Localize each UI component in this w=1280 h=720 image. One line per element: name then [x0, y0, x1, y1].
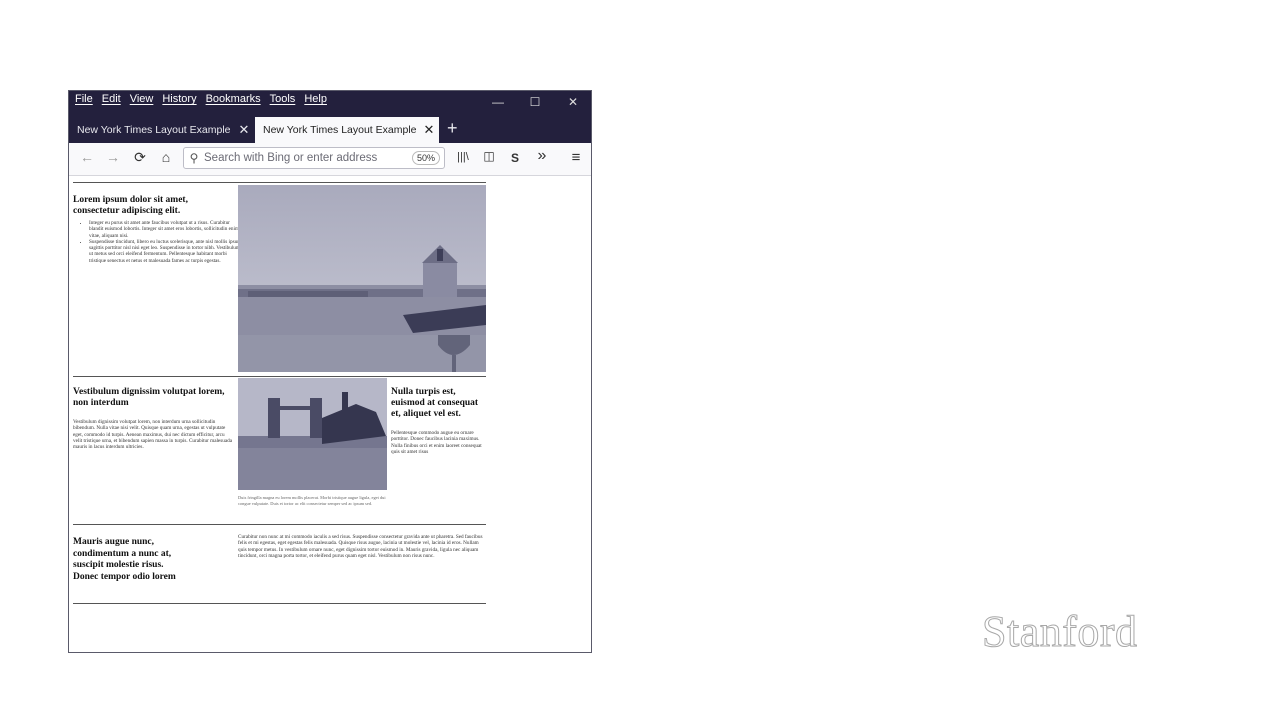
- home-icon[interactable]: ⌂: [156, 149, 176, 165]
- title-bar: File Edit View History Bookmarks Tools H…: [69, 91, 591, 143]
- list-item: Integer eu purus sit amet ante faucibus …: [89, 220, 245, 239]
- menu-tools[interactable]: Tools: [270, 93, 296, 105]
- new-tab-button[interactable]: +: [447, 118, 458, 139]
- forward-icon[interactable]: →: [103, 149, 123, 165]
- section-2-body: Vestibulum dignissim volutpat lorem, non…: [73, 419, 233, 451]
- section-divider: [73, 376, 486, 377]
- menu-edit[interactable]: Edit: [102, 93, 121, 105]
- address-bar[interactable]: ⚲ Search with Bing or enter address 50%: [183, 147, 445, 169]
- close-window-button[interactable]: ✕: [563, 95, 583, 109]
- browser-window: File Edit View History Bookmarks Tools H…: [68, 90, 592, 653]
- tab-1[interactable]: New York Times Layout Example ✕: [69, 117, 254, 143]
- tab-close-icon[interactable]: ✕: [234, 122, 254, 138]
- address-placeholder: Search with Bing or enter address: [204, 152, 378, 164]
- tab-strip: New York Times Layout Example ✕ New York…: [69, 117, 591, 143]
- section-divider: [73, 182, 486, 183]
- section-1-list: Integer eu purus sit amet ante faucibus …: [73, 220, 245, 264]
- section-divider: [73, 603, 486, 604]
- tower-bridge-photo: [238, 378, 387, 490]
- menu-help[interactable]: Help: [304, 93, 327, 105]
- section-2-side-body: Pellentesque commodo augue eu ornare por…: [391, 430, 482, 455]
- overflow-menu-icon[interactable]: »: [532, 147, 552, 165]
- menu-bar: File Edit View History Bookmarks Tools H…: [75, 93, 327, 105]
- section-2-side-heading: Nulla turpis est, euismod at consequat e…: [391, 387, 479, 419]
- minimize-button[interactable]: —: [488, 95, 508, 109]
- library-icon[interactable]: |||\: [453, 151, 473, 163]
- section-1-heading: Lorem ipsum dolor sit amet, consectetur …: [73, 195, 188, 216]
- sidebar-icon[interactable]: ◫: [479, 149, 499, 163]
- tab-title: New York Times Layout Example: [77, 124, 231, 136]
- menu-file[interactable]: File: [75, 93, 93, 105]
- page-content: Lorem ipsum dolor sit amet, consectetur …: [69, 176, 591, 652]
- maximize-button[interactable]: ☐: [525, 95, 545, 109]
- navigation-toolbar: ← → ⟳ ⌂ ⚲ Search with Bing or enter addr…: [69, 143, 591, 176]
- zoom-level-badge[interactable]: 50%: [411, 151, 440, 165]
- hamburger-menu-icon[interactable]: ≡: [566, 149, 586, 166]
- search-icon: ⚲: [189, 151, 199, 165]
- section-3-heading: Mauris augue nunc, condimentum a nunc at…: [73, 537, 176, 582]
- section-3-body: Curabitur non nunc at mi commodo iaculis…: [238, 534, 483, 559]
- menu-view[interactable]: View: [130, 93, 154, 105]
- reload-icon[interactable]: ⟳: [130, 149, 150, 166]
- tab-close-icon[interactable]: ✕: [419, 122, 439, 138]
- stanford-watermark: Stanford: [982, 607, 1138, 657]
- menu-bookmarks[interactable]: Bookmarks: [206, 93, 261, 105]
- tab-2-active[interactable]: New York Times Layout Example ✕: [255, 117, 439, 143]
- section-divider: [73, 524, 486, 525]
- section-2-heading: Vestibulum dignissim volutpat lorem, non…: [73, 387, 225, 408]
- list-item: Suspendisse tincidunt, libero eu luctus …: [89, 239, 245, 264]
- menu-history[interactable]: History: [162, 93, 196, 105]
- extension-s-icon[interactable]: S: [505, 151, 525, 165]
- venice-photo: [238, 185, 486, 372]
- tab-title: New York Times Layout Example: [263, 124, 417, 136]
- back-icon[interactable]: ←: [77, 149, 97, 165]
- photo-caption: Duis fringilla magna eu lorem mollis pla…: [238, 495, 386, 506]
